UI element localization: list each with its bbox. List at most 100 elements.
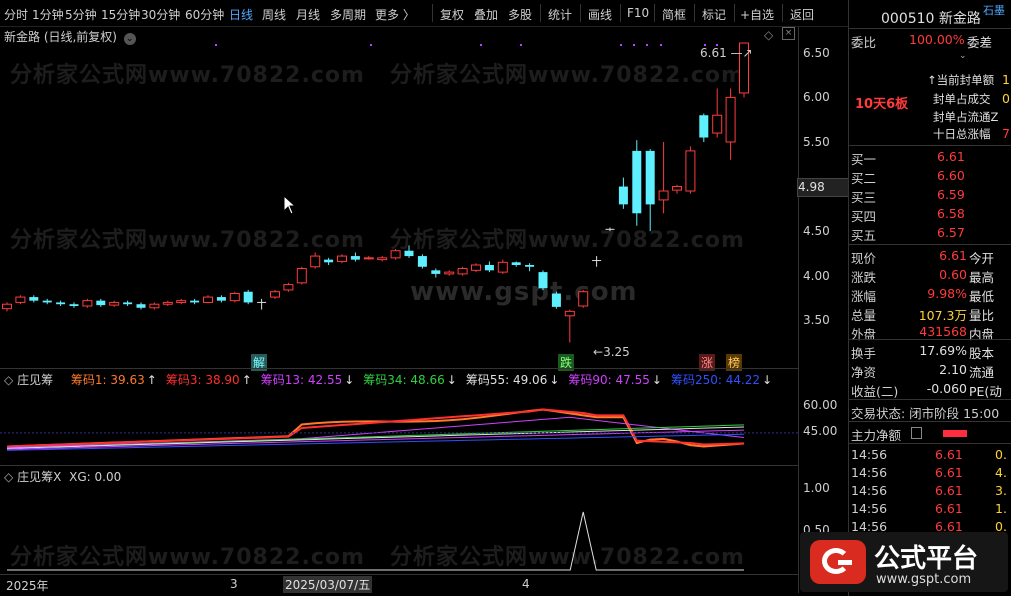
candle (645, 149, 655, 232)
order-book-row[interactable]: 买四 6.58 (849, 206, 1011, 224)
tick-price: 6.61 (935, 483, 963, 498)
indicator1-series-label: 筹码34: 48.66 (363, 373, 445, 387)
order-book-row[interactable]: 买二 6.60 (849, 168, 1011, 186)
stat-value: 107.3万 (918, 308, 967, 323)
trend-arrow-icon: ↓ (762, 373, 773, 387)
trend-arrow-icon: ↓ (446, 373, 457, 387)
candle (2, 302, 12, 312)
sector-tag[interactable]: 石墨 (983, 2, 1005, 18)
candle (82, 298, 93, 308)
stat-label: 涨幅 (851, 289, 877, 304)
seal-label: 封单占成交 (933, 92, 991, 106)
weibi-label: 委比 (851, 35, 877, 50)
stat-value: 17.69% (919, 343, 967, 358)
candle (390, 248, 401, 260)
ind1-tick: 45.00 (803, 424, 838, 438)
list-icon[interactable] (911, 427, 922, 439)
button-overlay[interactable]: 叠加 (474, 6, 498, 23)
stat-label-2: PE(动 (969, 384, 1002, 399)
order-book-row[interactable]: 买三 6.59 (849, 187, 1011, 205)
candle (190, 298, 200, 305)
order-book-row[interactable]: 买五 6.57 (849, 225, 1011, 243)
button-jiankuang[interactable]: 简框 (662, 6, 686, 23)
button-draw-line[interactable]: 画线 (588, 6, 612, 23)
button-add-watchlist[interactable]: +自选 (740, 6, 774, 23)
indicator1-legend: ◇ 庄见筹 筹码1: 39.63 ↑ 筹码3: 38.90 ↑ 筹码13: 42.55 ↓… (4, 373, 773, 387)
x-cursor-date: 2025/03/07/五 (283, 576, 373, 593)
candle (350, 252, 360, 262)
xg-signal-line (7, 511, 744, 571)
trend-arrow-icon: ↑ (241, 373, 252, 387)
tick-volume: 1. (995, 501, 1007, 516)
candle (15, 295, 26, 305)
candle (605, 227, 615, 232)
candle (283, 282, 294, 292)
tab-multi-period[interactable]: 多周期 (330, 6, 366, 23)
bid-price: 6.57 (937, 225, 965, 240)
button-fuquan[interactable]: 复权 (440, 6, 464, 23)
button-multi-stock[interactable]: 多股 (508, 6, 532, 23)
period-toolbar: 分时 1分钟 5分钟 15分钟 30分钟 60分钟 日线 周线 月线 多周期 更… (0, 0, 848, 27)
indicator1-series-label: 筹码3: 38.90 (165, 373, 240, 387)
stat-value: 0.60 (939, 267, 967, 282)
indicator1-menu-icon[interactable]: ◇ (4, 373, 13, 387)
candle (658, 141, 669, 214)
signal-dot (646, 44, 648, 46)
tick-time: 14:56 (851, 447, 888, 462)
indicator1-chart (0, 408, 798, 451)
trade-status: 交易状态: 闭市阶段 15:00 (851, 406, 1000, 421)
price-tick: 4.50 (803, 224, 830, 239)
badge-url: www.gspt.com (876, 572, 972, 587)
signal-dot (480, 44, 482, 46)
bid-level-label: 买一 (851, 152, 877, 167)
stat-row: 涨跌 0.60 最高 (849, 267, 1011, 285)
indicator2-chart (7, 511, 744, 571)
tab-weekly[interactable]: 周线 (262, 6, 286, 23)
candlestick-chart (2, 42, 749, 343)
stat-row: 收益(二) -0.060 PE(动 (849, 381, 1011, 399)
seal-label: 当前封单额 (936, 73, 995, 87)
tab-60min[interactable]: 60分钟 (185, 6, 224, 23)
tab-30min[interactable]: 30分钟 (141, 6, 180, 23)
stat-label-2: 今开 (969, 251, 995, 266)
candle (457, 266, 468, 276)
candle (69, 302, 79, 308)
tab-fenshi[interactable]: 分时 (4, 6, 28, 23)
indicator1-series-label: 筹码250: 44.22 (670, 373, 761, 387)
stat-row: 现价 6.61 今开 (849, 248, 1011, 266)
candle (42, 298, 52, 305)
candle (310, 252, 321, 269)
bid-level-label: 买三 (851, 190, 877, 205)
stat-value: 6.61 (939, 248, 967, 263)
button-stats[interactable]: 统计 (548, 6, 572, 23)
stat-label: 换手 (851, 346, 877, 361)
tab-monthly[interactable]: 月线 (296, 6, 320, 23)
main-net-bar (943, 430, 967, 437)
trend-arrow-icon: ↓ (549, 373, 560, 387)
candle (497, 259, 508, 274)
candle (699, 113, 709, 142)
tab-1min[interactable]: 1分钟 (32, 6, 64, 23)
weibi-value: 100.00% (909, 32, 965, 47)
candle (471, 263, 481, 273)
tab-15min[interactable]: 15分钟 (101, 6, 140, 23)
candle (243, 289, 253, 305)
g-logo-icon (810, 540, 866, 584)
candle (551, 291, 561, 309)
candle (123, 300, 133, 306)
tab-5min[interactable]: 5分钟 (65, 6, 97, 23)
button-back[interactable]: 返回 (790, 6, 814, 23)
trend-arrow-icon: ↓ (344, 373, 355, 387)
tab-daily[interactable]: 日线 (229, 6, 253, 23)
trend-arrow-icon: ↑ (146, 373, 157, 387)
candle (417, 254, 427, 269)
tick-price: 6.61 (935, 447, 963, 462)
chart-area[interactable]: 分析家公式网www.70822.com 分析家公式网www.70822.com … (0, 27, 849, 593)
chevron-down-icon[interactable]: ⌄ (959, 52, 977, 61)
candle (725, 88, 736, 160)
button-mark[interactable]: 标记 (702, 6, 726, 23)
tab-more[interactable]: 更多 〉 (375, 6, 415, 23)
stat-label-2: 最低 (969, 289, 995, 304)
order-book-row[interactable]: 买一 6.61 (849, 149, 1011, 167)
button-f10[interactable]: F10 (627, 6, 649, 20)
